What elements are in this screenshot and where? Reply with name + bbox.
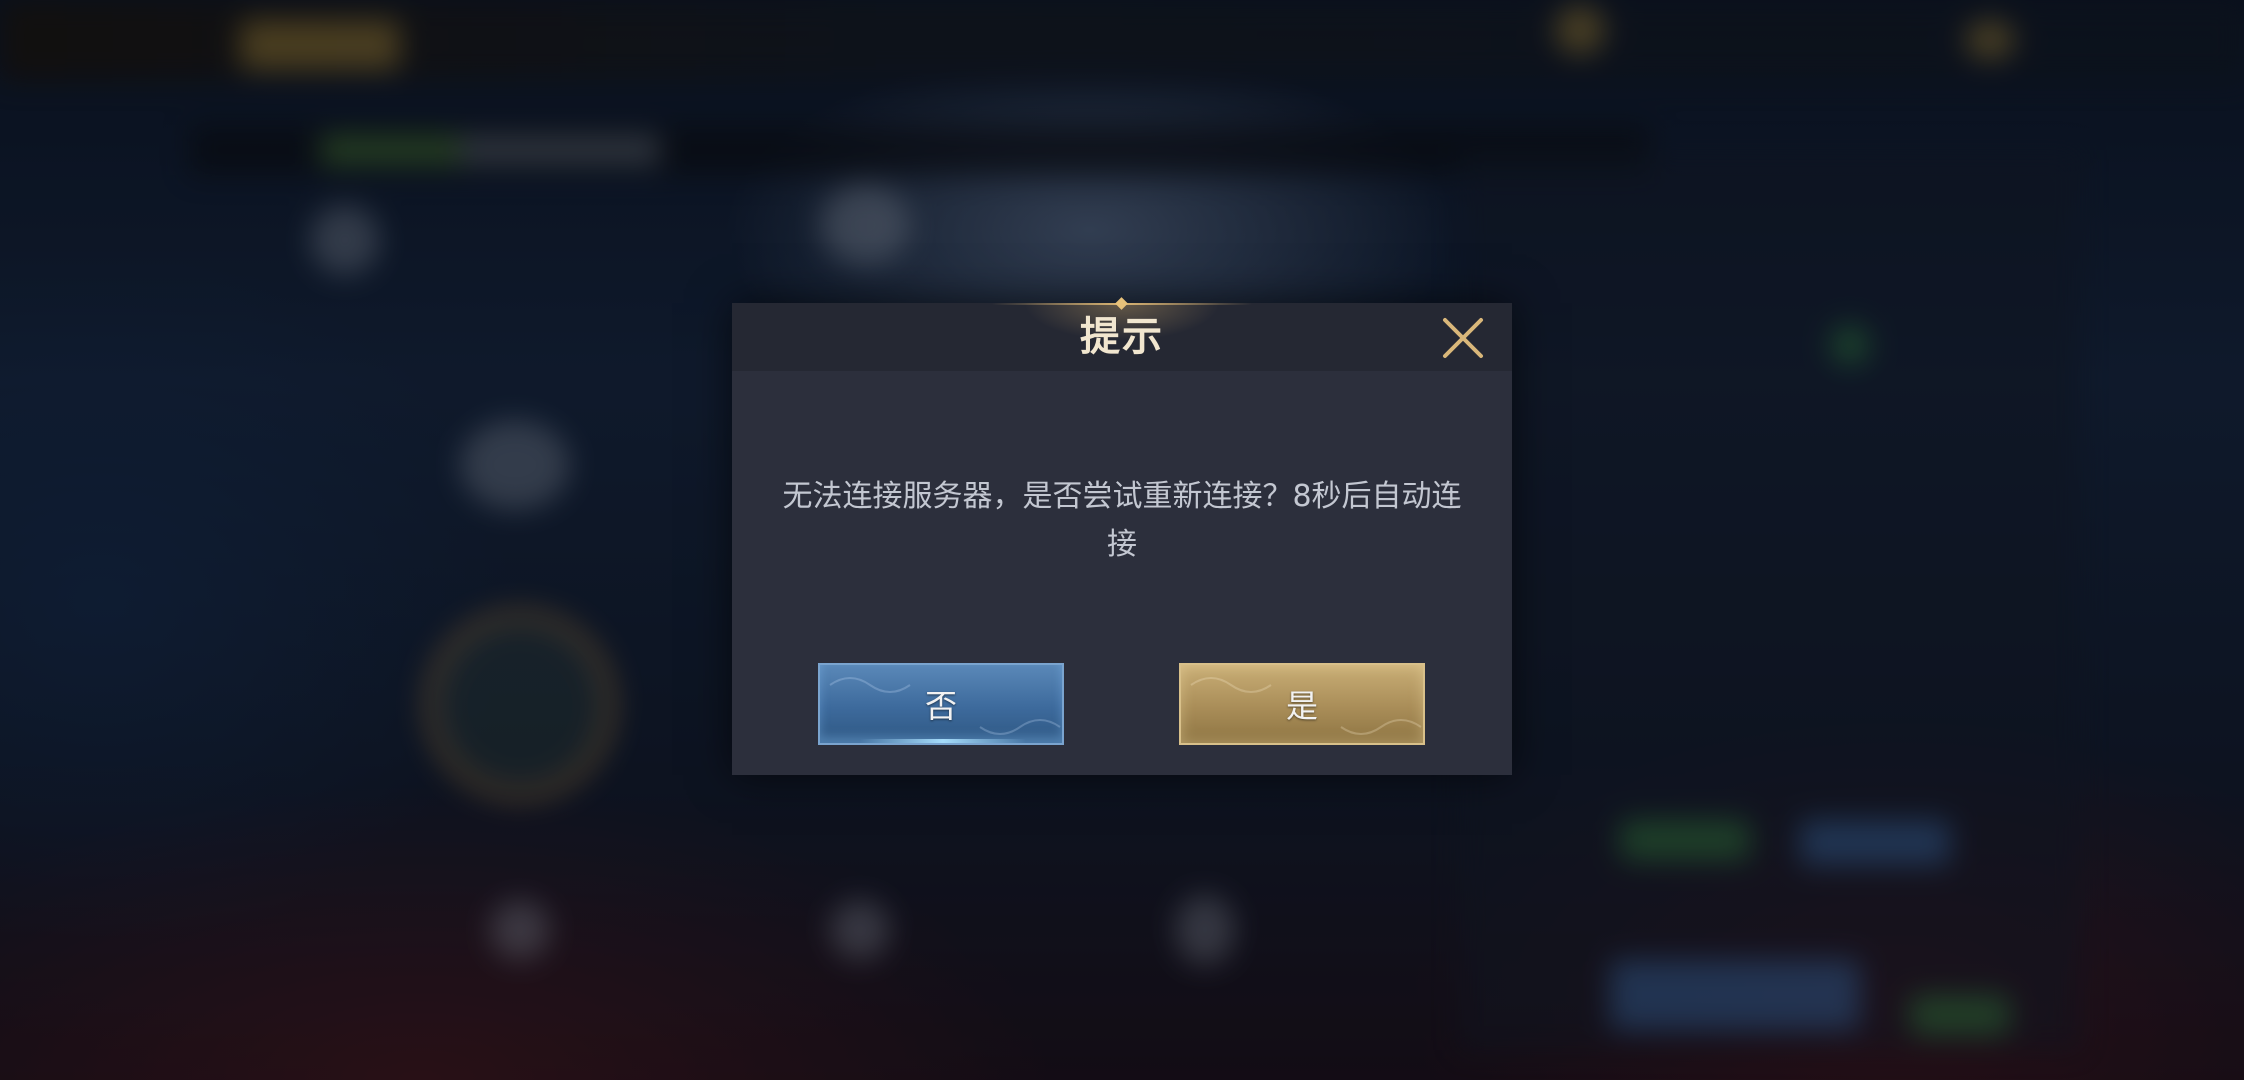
close-icon — [1443, 318, 1483, 358]
dialog-message: 无法连接服务器，是否尝试重新连接？8秒后自动连接 — [782, 479, 1462, 562]
yes-button[interactable]: 是 — [1179, 663, 1425, 745]
reconnect-dialog: 提示 无法连接服务器，是否尝试重新连接？8秒后自动连接 否 是 — [732, 297, 1512, 775]
no-button-label: 否 — [924, 687, 957, 725]
dialog-title: 提示 — [1080, 314, 1164, 360]
no-button[interactable]: 否 — [818, 663, 1064, 745]
game-screen: 提示 无法连接服务器，是否尝试重新连接？8秒后自动连接 否 是 — [0, 0, 2244, 1080]
yes-button-label: 是 — [1285, 687, 1318, 725]
dialog-header: 提示 — [732, 297, 1512, 371]
close-button[interactable] — [1438, 313, 1488, 363]
